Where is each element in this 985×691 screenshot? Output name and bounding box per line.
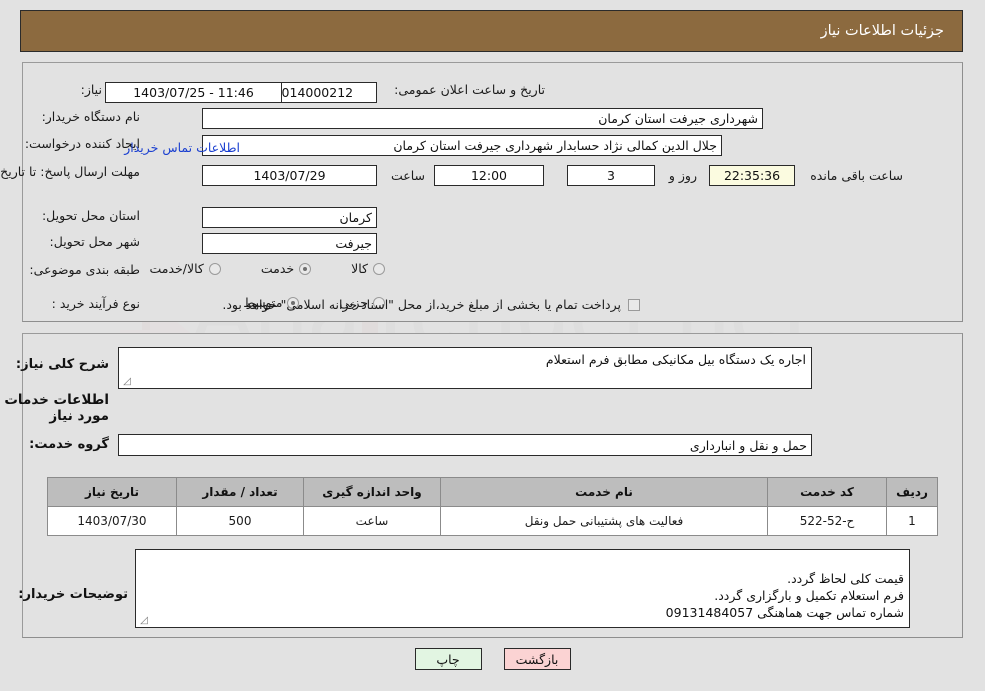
buyer-org-label: نام دستگاه خریدار:: [41, 109, 140, 124]
print-button[interactable]: چاپ: [414, 648, 482, 670]
radio-category-kala[interactable]: کالا: [351, 261, 385, 276]
delivery-province-value: کرمان: [202, 207, 377, 228]
radio-label: خدمت: [260, 261, 295, 276]
category-label-wrap: طبقه بندی موضوعی:: [29, 262, 140, 277]
cell-need-date: 1403/07/30: [47, 506, 177, 536]
th-row-no: ردیف: [886, 477, 938, 507]
th-need-date: تاریخ نیاز: [47, 477, 177, 507]
announce-label-wrap: تاریخ و ساعت اعلان عمومی:: [394, 82, 545, 97]
deadline-label-wrap: مهلت ارسال پاسخ: تا تاریخ:: [0, 163, 140, 180]
cell-quantity: 500: [176, 506, 304, 536]
th-service-code: کد خدمت: [767, 477, 887, 507]
deadline-date-value: 1403/07/29: [202, 165, 377, 186]
deadline-hour-label: ساعت: [390, 168, 425, 183]
page-root: AnaTender.net جزئیات اطلاعات نیاز شماره …: [0, 0, 985, 691]
request-creator-value: جلال الدین کمالی نژاد حسابدار شهرداری جی…: [202, 135, 722, 156]
cell-unit: ساعت: [303, 506, 441, 536]
announce-datetime-value: 11:46 - 1403/07/25: [105, 82, 282, 103]
remaining-days-value: 3: [567, 165, 655, 186]
treasury-bond-text: پرداخت تمام یا بخشی از مبلغ خرید،از محل …: [222, 297, 621, 312]
province-label-wrap: استان محل تحویل:: [42, 208, 140, 223]
remaining-days-suffix: روز و: [668, 168, 697, 183]
general-desc-label: شرح کلی نیاز:: [15, 357, 109, 372]
cell-service-code: ح-52-522: [767, 506, 887, 536]
radio-label: کالا/خدمت: [149, 261, 204, 276]
subject-category-radio-group: کالا خدمت کالا/خدمت: [149, 261, 385, 276]
radio-indicator[interactable]: [208, 262, 221, 275]
service-items-table: ردیف کد خدمت نام خدمت واحد اندازه گیری ت…: [47, 477, 938, 536]
creator-label-wrap: ایجاد کننده درخواست:: [25, 136, 140, 151]
treasury-bond-row: پرداخت تمام یا بخشی از مبلغ خرید،از محل …: [222, 297, 640, 312]
remaining-timer-suffix: ساعت باقی مانده: [810, 168, 903, 183]
buyer-org-value: شهرداری جیرفت استان کرمان: [202, 108, 763, 129]
radio-label: کالا: [351, 261, 368, 276]
purchase-process-label: نوع فرآیند خرید :: [51, 296, 140, 311]
general-desc-value: اجاره یک دستگاه بیل مکانیکی مطابق فرم اس…: [545, 352, 806, 367]
radio-category-khedmat[interactable]: خدمت: [260, 261, 312, 276]
table-row: 1 ح-52-522 فعالیت های پشتیبانی حمل ونقل …: [47, 506, 938, 536]
service-group-value: حمل و نقل و انبارداری: [118, 434, 812, 456]
page-title: جزئیات اطلاعات نیاز: [820, 23, 944, 39]
radio-indicator[interactable]: [373, 262, 385, 275]
deadline-label: مهلت ارسال پاسخ: تا تاریخ:: [0, 164, 140, 179]
buyer-org-label-wrap: نام دستگاه خریدار:: [42, 109, 140, 124]
cell-service-name: فعالیت های پشتیبانی حمل ونقل: [440, 506, 768, 536]
th-quantity: تعداد / مقدار: [176, 477, 304, 507]
service-group-label: گروه خدمت:: [29, 437, 109, 452]
announce-datetime-label: تاریخ و ساعت اعلان عمومی:: [394, 82, 545, 97]
process-label-wrap: نوع فرآیند خرید :: [52, 296, 140, 311]
delivery-city-value: جیرفت: [202, 233, 377, 254]
buyer-notes-textarea[interactable]: قیمت کلی لحاظ گردد. فرم استعلام تکمیل و …: [135, 549, 910, 628]
buyer-notes-label: توضیحات خریدار:: [18, 587, 128, 602]
request-creator-label: ایجاد کننده درخواست:: [24, 136, 140, 151]
resize-grip-icon[interactable]: ◿: [138, 616, 148, 626]
remaining-timer-value: 22:35:36: [709, 165, 795, 186]
page-header: جزئیات اطلاعات نیاز: [20, 10, 963, 52]
services-info-title: اطلاعات خدمات مورد نیاز: [4, 392, 109, 424]
treasury-bond-checkbox[interactable]: [628, 298, 640, 311]
radio-category-kala-khedmat[interactable]: کالا/خدمت: [149, 261, 221, 276]
back-button[interactable]: بازگشت: [503, 648, 571, 670]
radio-indicator[interactable]: [299, 262, 312, 275]
th-unit: واحد اندازه گیری: [303, 477, 441, 507]
subject-category-label: طبقه بندی موضوعی:: [29, 262, 140, 277]
table-header-row: ردیف کد خدمت نام خدمت واحد اندازه گیری ت…: [47, 477, 938, 507]
buyer-notes-value: قیمت کلی لحاظ گردد. فرم استعلام تکمیل و …: [665, 571, 904, 620]
buyer-contact-link[interactable]: اطلاعات تماس خریدار: [124, 140, 240, 155]
delivery-province-label: استان محل تحویل:: [41, 208, 140, 223]
resize-grip-icon[interactable]: ◿: [121, 377, 131, 387]
city-label-wrap: شهر محل تحویل:: [50, 234, 140, 249]
general-desc-textarea[interactable]: اجاره یک دستگاه بیل مکانیکی مطابق فرم اس…: [118, 347, 812, 389]
footer-actions: بازگشت چاپ: [0, 648, 985, 670]
deadline-hour-value: 12:00: [434, 165, 544, 186]
cell-row-no: 1: [886, 506, 938, 536]
delivery-city-label: شهر محل تحویل:: [49, 234, 140, 249]
th-service-name: نام خدمت: [440, 477, 768, 507]
